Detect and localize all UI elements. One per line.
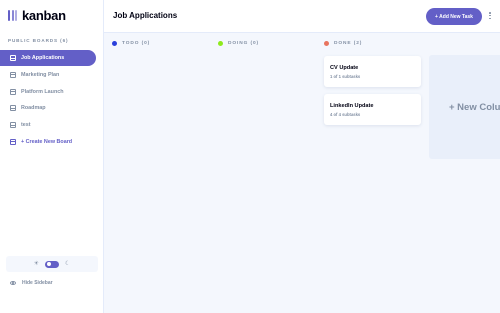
sidebar-item-label: test bbox=[21, 122, 31, 129]
board-icon bbox=[10, 138, 16, 145]
task-subtasks: 1 of 1 subtasks bbox=[330, 74, 361, 79]
column-title: DOING (0) bbox=[228, 41, 260, 46]
column-header-todo: TODO (0) bbox=[112, 41, 150, 46]
new-column-label: + New Column bbox=[449, 101, 500, 113]
todo-dot-icon bbox=[112, 41, 117, 46]
board-icon bbox=[10, 88, 16, 95]
boards-heading: PUBLIC BOARDS (6) bbox=[8, 38, 69, 43]
sidebar-item-job-applications[interactable]: Job Applications bbox=[0, 50, 96, 66]
board-icon bbox=[10, 71, 16, 78]
eye-slash-icon bbox=[10, 281, 16, 285]
board-icon bbox=[10, 105, 16, 112]
sidebar: kanban PUBLIC BOARDS (6) Job Application… bbox=[0, 0, 104, 313]
theme-toggle-panel: ☀ ☾ bbox=[6, 256, 98, 272]
create-board-label: + Create New Board bbox=[21, 138, 73, 145]
column-header-done: DONE (2) bbox=[324, 41, 362, 46]
sidebar-item-label: Roadmap bbox=[21, 105, 46, 112]
moon-icon: ☾ bbox=[65, 261, 71, 267]
task-card[interactable]: LinkedIn Update 4 of 4 subtasks bbox=[324, 94, 421, 125]
create-new-board-button[interactable]: + Create New Board bbox=[0, 134, 96, 150]
board-icon bbox=[10, 122, 16, 129]
sidebar-item-roadmap[interactable]: Roadmap bbox=[0, 100, 96, 116]
sidebar-item-test[interactable]: test bbox=[0, 117, 96, 133]
new-column-button[interactable]: + New Column bbox=[429, 55, 500, 159]
hide-sidebar-button[interactable]: Hide Sidebar bbox=[10, 279, 53, 287]
sidebar-item-label: Job Applications bbox=[21, 55, 65, 61]
board-icon bbox=[10, 55, 16, 61]
add-new-task-button[interactable]: + Add New Task bbox=[426, 8, 482, 25]
page-title: Job Applications bbox=[113, 11, 178, 20]
logo-text: kanban bbox=[22, 7, 66, 23]
kanban-logo-icon bbox=[8, 9, 17, 21]
task-title: CV Update bbox=[330, 65, 359, 71]
header: Job Applications + Add New Task bbox=[104, 0, 500, 33]
task-title: LinkedIn Update bbox=[330, 103, 374, 109]
board-list: Job Applications Marketing Plan Platform… bbox=[0, 50, 96, 151]
sidebar-item-label: Marketing Plan bbox=[21, 71, 60, 78]
sidebar-item-label: Platform Launch bbox=[21, 88, 64, 95]
vertical-ellipsis-icon[interactable] bbox=[489, 12, 492, 20]
hide-sidebar-label: Hide Sidebar bbox=[22, 280, 53, 286]
column-title: TODO (0) bbox=[122, 41, 151, 46]
theme-switch[interactable] bbox=[45, 260, 59, 268]
column-title: DONE (2) bbox=[334, 41, 363, 46]
sidebar-item-marketing-plan[interactable]: Marketing Plan bbox=[0, 67, 96, 83]
task-card[interactable]: CV Update 1 of 1 subtasks bbox=[324, 56, 421, 87]
column-header-doing: DOING (0) bbox=[218, 41, 259, 46]
logo: kanban bbox=[8, 7, 66, 23]
task-subtasks: 4 of 4 subtasks bbox=[330, 112, 361, 117]
sidebar-item-platform-launch[interactable]: Platform Launch bbox=[0, 84, 96, 100]
doing-dot-icon bbox=[218, 41, 223, 46]
sun-icon: ☀ bbox=[33, 261, 39, 267]
done-dot-icon bbox=[324, 41, 329, 46]
